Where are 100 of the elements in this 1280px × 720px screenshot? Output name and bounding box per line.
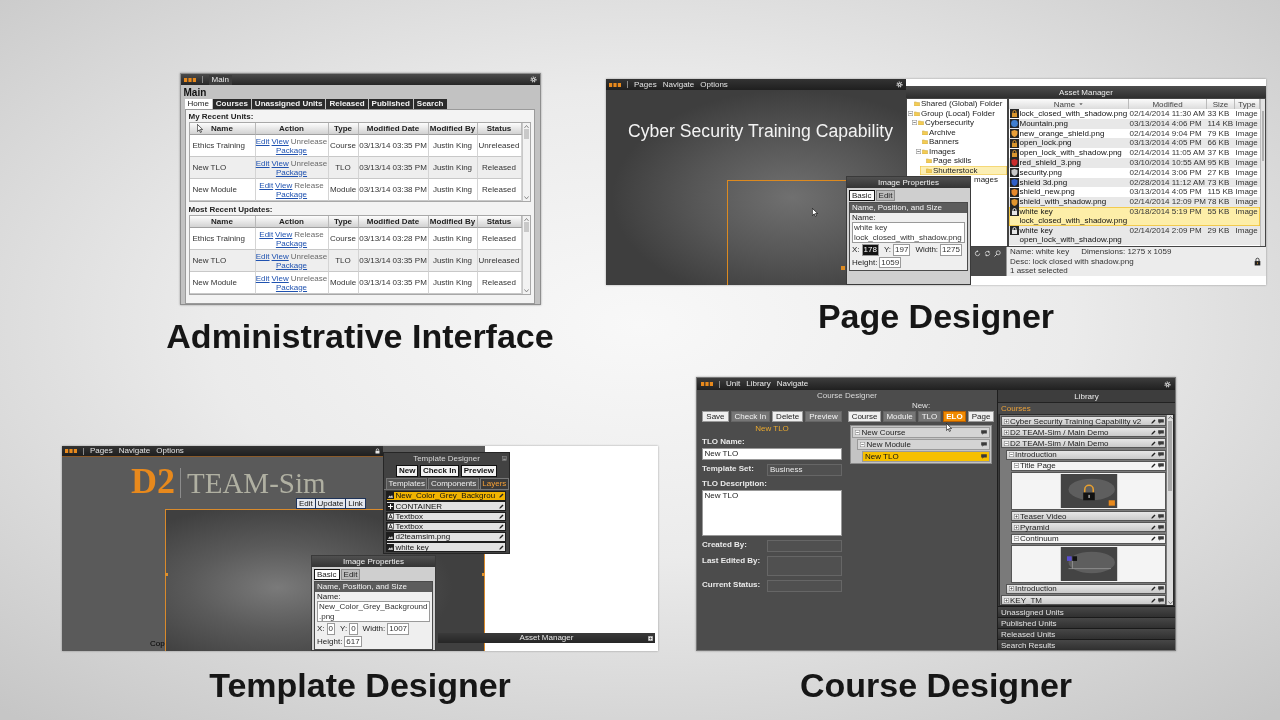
text-field[interactable]: white key lock_closed_with_shadow.png (852, 222, 965, 243)
scroll-up-icon[interactable] (523, 125, 529, 129)
action-link[interactable]: Edit (259, 229, 274, 239)
scrollbar-thumb[interactable] (1168, 421, 1172, 492)
file-row[interactable]: white key open_lock_with_shadow.png 02/14/2014 2:09 PM 29 KB Image (1009, 225, 1260, 245)
tree-item[interactable]: Banners (916, 137, 1007, 147)
section-header[interactable]: Courses (998, 403, 1175, 414)
comment-icon[interactable] (981, 442, 987, 447)
tree-item[interactable]: Page skills (920, 156, 1007, 166)
layer-item[interactable]: Textbox (386, 521, 506, 532)
tab[interactable]: Search (413, 99, 447, 109)
accordion-header[interactable]: Released Units (998, 628, 1175, 639)
expander-icon[interactable] (855, 430, 860, 435)
menu-item[interactable]: Unit (726, 379, 741, 389)
number-field[interactable]: 1007 (387, 623, 410, 635)
expander-icon[interactable] (1013, 536, 1019, 541)
menu-item[interactable]: Library (746, 379, 771, 389)
column-header[interactable]: Name (1009, 99, 1129, 109)
resize-handle[interactable] (165, 573, 168, 576)
tab[interactable]: Templates (386, 478, 428, 489)
action-link[interactable]: Edit (255, 136, 270, 146)
expander-icon[interactable] (1013, 513, 1019, 519)
tree-item[interactable]: Group (Local) Folder (908, 108, 1007, 118)
menu-item[interactable]: Options (156, 446, 184, 456)
comment-icon[interactable] (981, 454, 987, 459)
scrollbar[interactable] (521, 123, 530, 201)
menu-item[interactable]: Options (700, 79, 728, 90)
action-link[interactable]: View (271, 251, 289, 261)
menu-item[interactable]: Navigate (776, 379, 809, 389)
scroll-down-icon[interactable] (523, 195, 529, 199)
lock-icon[interactable] (1254, 257, 1261, 266)
action-link[interactable]: Package (275, 260, 308, 270)
number-field[interactable]: 0 (326, 623, 335, 635)
expand-icon[interactable] (648, 635, 653, 641)
settings-icon[interactable] (529, 76, 537, 83)
lock-icon[interactable] (375, 448, 380, 454)
number-field[interactable]: 178 (861, 244, 879, 256)
action-link[interactable]: Package (275, 167, 308, 177)
action-link[interactable]: View (275, 180, 293, 190)
action-link[interactable]: Package (275, 282, 308, 292)
toolbar-button[interactable]: Save (702, 411, 729, 422)
pencil-icon[interactable] (1151, 536, 1156, 541)
tree-item[interactable]: Shutterstock (920, 165, 1007, 175)
text-field[interactable]: New TLO (702, 448, 842, 460)
tree-item[interactable]: Teaser Video (1011, 511, 1166, 522)
expander-icon[interactable] (912, 120, 917, 126)
expander-icon[interactable] (1003, 597, 1009, 603)
action-link[interactable]: Edit (255, 158, 270, 168)
refresh-icon[interactable] (984, 250, 991, 257)
toolbar-button[interactable]: Preview (460, 465, 497, 477)
scroll-down-icon[interactable] (523, 288, 529, 292)
file-row[interactable]: lock_closed_with_shadow.png 02/14/2014 11:30 AM 33 KB Image (1009, 109, 1260, 119)
scroll-up-icon[interactable] (523, 218, 529, 222)
tab[interactable]: Layers (479, 478, 509, 489)
file-row[interactable]: Mountain.png 03/13/2014 4:06 PM 114 KB Image (1009, 118, 1260, 129)
toolbar-button[interactable]: Check In (419, 465, 460, 477)
action-link[interactable]: Package (275, 238, 308, 248)
text-field[interactable]: New_Color_Grey_Background.png (317, 601, 430, 622)
scrollbar-thumb[interactable] (523, 222, 529, 233)
tab[interactable]: Courses (212, 99, 251, 109)
tab[interactable]: Edit (340, 568, 361, 580)
menu-item[interactable]: Pages (634, 79, 657, 90)
action-link[interactable]: Package (275, 145, 308, 155)
action-link[interactable]: View (271, 273, 289, 283)
tree-item[interactable]: Introduction (1006, 583, 1166, 594)
number-field[interactable]: 0 (349, 623, 358, 635)
tree-item[interactable]: D2 TEAM-Sim / Main Demo (1001, 438, 1166, 449)
scrollbar[interactable] (1260, 99, 1265, 246)
tree-item[interactable]: D2 TEAM-Sim / Main Demo (1001, 427, 1166, 438)
layer-item[interactable]: d2teamsim.png (386, 532, 506, 542)
tree-item[interactable]: mages (974, 175, 1007, 185)
expander-icon[interactable] (1013, 463, 1019, 469)
toolbar-button[interactable]: Delete (772, 411, 804, 422)
action-link[interactable]: View (271, 158, 289, 168)
layer-item[interactable]: New_Color_Grey_Backgrou (386, 491, 506, 501)
tree-item[interactable]: Pyramid (1011, 522, 1166, 533)
file-row[interactable]: shield_with_shadow.png 02/14/2014 12:09 PM 78 KB Image (1009, 197, 1260, 207)
menu-item[interactable]: Navigate (118, 446, 151, 456)
menu-item[interactable]: Main (208, 74, 232, 85)
menu-item[interactable]: Navigate (662, 79, 695, 90)
expander-icon[interactable] (908, 110, 913, 116)
action-link[interactable]: Edit (259, 180, 274, 190)
comment-icon[interactable] (981, 430, 987, 435)
tree-item[interactable]: Archive (916, 127, 1007, 137)
tree-item[interactable]: Cyber Security Training Capability v2 (1001, 416, 1166, 426)
file-row[interactable]: shield_new.png 03/13/2014 4:05 PM 115 KB Image (1009, 187, 1260, 198)
accordion-header[interactable]: Published Units (998, 617, 1175, 628)
file-row[interactable]: shield 3d.png 02/28/2014 11:12 AM 73 KB Image (1009, 177, 1260, 188)
outline-item[interactable]: New TLO (862, 451, 990, 462)
number-field[interactable]: 617 (344, 635, 362, 647)
action-link[interactable]: View (271, 136, 289, 146)
expander-icon[interactable] (1008, 586, 1014, 592)
toolbar-button[interactable]: Page (968, 411, 994, 422)
tab[interactable]: Unassigned Units (251, 99, 326, 109)
tree-item[interactable]: Cybersecurity (912, 118, 1007, 128)
expander-icon[interactable] (1003, 440, 1009, 446)
expander-icon[interactable] (1008, 452, 1014, 458)
action-link[interactable]: Edit (255, 251, 270, 261)
action-link[interactable]: Edit (255, 273, 270, 283)
scroll-down-icon[interactable] (1167, 600, 1173, 604)
